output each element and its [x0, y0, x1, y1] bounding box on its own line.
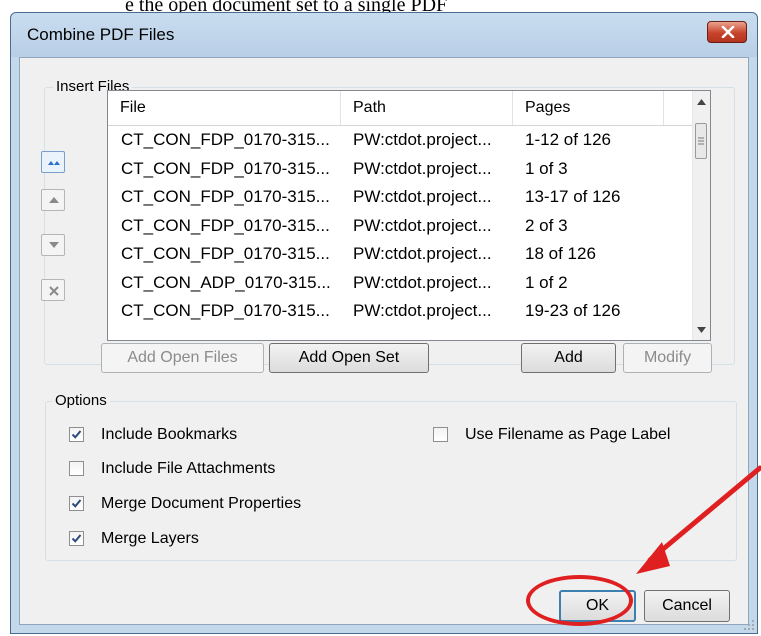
column-header-path[interactable]: Path	[341, 91, 513, 125]
close-button[interactable]	[707, 21, 747, 43]
scroll-down-arrow-icon	[697, 327, 706, 333]
file-list-row[interactable]: CT_CON_ADP_0170-315... PW:ctdot.project..…	[108, 269, 695, 298]
combine-pdf-dialog: Combine PDF Files Insert Files File Path…	[10, 12, 758, 634]
checkmark-icon	[71, 430, 82, 439]
include-file-attachments-label: Include File Attachments	[101, 460, 276, 477]
remove-file-button[interactable]	[41, 279, 65, 301]
file-path-cell: PW:ctdot.project...	[353, 244, 492, 263]
file-path-cell: PW:ctdot.project...	[353, 215, 492, 235]
move-up-button[interactable]	[41, 189, 65, 211]
file-pages-cell: 13-17 of 126	[525, 187, 621, 206]
file-list-row[interactable]: CT_CON_FDP_0170-315... PW:ctdot.project..…	[108, 297, 695, 326]
ok-button[interactable]: OK	[559, 590, 636, 622]
resize-grip-icon[interactable]	[743, 619, 755, 631]
file-list-row[interactable]: CT_CON_FDP_0170-315... PW:ctdot.project..…	[108, 240, 695, 269]
file-path-cell: PW:ctdot.project...	[353, 130, 492, 149]
use-filename-as-page-label-checkbox[interactable]	[433, 427, 448, 442]
checkmark-icon	[71, 499, 82, 508]
file-name-cell: CT_CON_FDP_0170-315...	[121, 215, 330, 235]
delete-x-icon	[49, 286, 59, 296]
merge-document-properties-checkbox[interactable]	[69, 496, 84, 511]
page-caption: e the open document set to a single PDF	[125, 0, 448, 12]
file-name-cell: CT_CON_ADP_0170-315...	[121, 272, 331, 292]
file-name-cell: CT_CON_FDP_0170-315...	[121, 187, 330, 206]
double-up-arrow-icon	[48, 161, 60, 165]
file-pages-cell: 2 of 3	[525, 215, 568, 235]
move-down-button[interactable]	[41, 234, 65, 256]
merge-layers-checkbox[interactable]	[69, 531, 84, 546]
file-name-cell: CT_CON_FDP_0170-315...	[121, 301, 330, 320]
dialog-title: Combine PDF Files	[27, 25, 175, 44]
file-name-cell: CT_CON_FDP_0170-315...	[121, 158, 330, 178]
scrollbar-thumb[interactable]	[695, 123, 707, 159]
file-path-cell: PW:ctdot.project...	[353, 301, 492, 320]
merge-document-properties-label: Merge Document Properties	[101, 495, 302, 512]
checkmark-icon	[71, 534, 82, 543]
include-bookmarks-label: Include Bookmarks	[101, 426, 238, 443]
files-list[interactable]: File Path Pages CT_CON_FDP_0170-315... PW…	[107, 90, 711, 341]
up-arrow-icon	[49, 197, 59, 203]
file-path-cell: PW:ctdot.project...	[353, 187, 492, 206]
down-arrow-icon	[49, 242, 59, 248]
grip-lines-icon	[698, 137, 704, 145]
file-list-row[interactable]: CT_CON_FDP_0170-315... PW:ctdot.project..…	[108, 126, 695, 155]
add-button[interactable]: Add	[521, 343, 616, 373]
file-pages-cell: 19-23 of 126	[525, 301, 621, 320]
options-label: Options	[52, 392, 110, 410]
files-list-header: File Path Pages	[108, 91, 695, 126]
files-list-scrollbar[interactable]	[692, 91, 710, 340]
file-list-row[interactable]: CT_CON_FDP_0170-315... PW:ctdot.project..…	[108, 155, 695, 184]
file-list-row[interactable]: CT_CON_FDP_0170-315... PW:ctdot.project..…	[108, 183, 695, 212]
column-header-pages[interactable]: Pages	[513, 91, 664, 125]
file-name-cell: CT_CON_FDP_0170-315...	[121, 130, 330, 149]
column-header-file[interactable]: File	[108, 91, 341, 125]
file-name-cell: CT_CON_FDP_0170-315...	[121, 244, 330, 263]
cancel-button[interactable]: Cancel	[644, 590, 730, 622]
merge-layers-label: Merge Layers	[101, 530, 199, 547]
file-path-cell: PW:ctdot.project...	[353, 272, 492, 292]
file-pages-cell: 1-12 of 126	[525, 130, 612, 149]
add-open-set-button[interactable]: Add Open Set	[269, 343, 429, 373]
add-open-files-button[interactable]: Add Open Files	[101, 343, 264, 373]
file-pages-cell: 1 of 2	[525, 272, 568, 292]
scroll-up-arrow-icon	[697, 99, 706, 105]
include-bookmarks-checkbox[interactable]	[69, 427, 84, 442]
file-pages-cell: 18 of 126	[525, 244, 596, 263]
use-filename-as-page-label-label: Use Filename as Page Label	[465, 426, 671, 443]
title-bar: Combine PDF Files	[11, 13, 757, 57]
close-icon	[721, 26, 735, 38]
files-list-rows: CT_CON_FDP_0170-315... PW:ctdot.project..…	[108, 126, 695, 326]
file-pages-cell: 1 of 3	[525, 158, 568, 178]
include-file-attachments-checkbox[interactable]	[69, 461, 84, 476]
move-to-top-button[interactable]	[41, 151, 65, 173]
modify-button[interactable]: Modify	[623, 343, 712, 373]
file-list-row[interactable]: CT_CON_FDP_0170-315... PW:ctdot.project..…	[108, 212, 695, 241]
file-path-cell: PW:ctdot.project...	[353, 158, 492, 178]
